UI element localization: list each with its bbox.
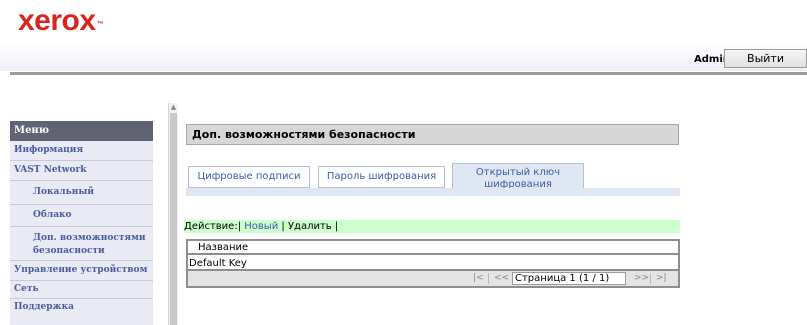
logout-button[interactable]: Выйти bbox=[724, 49, 807, 68]
new-link[interactable]: Новый bbox=[244, 221, 278, 232]
tab-underline bbox=[186, 188, 680, 196]
next-page-button[interactable]: >> bbox=[634, 272, 649, 284]
tab-encryption-password[interactable]: Пароль шифрования bbox=[318, 166, 445, 188]
xerox-logo: xerox™ bbox=[18, 4, 104, 37]
vertical-scrollbar[interactable]: ▲ bbox=[168, 103, 178, 325]
scroll-thumb[interactable] bbox=[170, 113, 177, 325]
pager-divider bbox=[488, 273, 489, 284]
top-divider bbox=[10, 72, 807, 75]
menu-title: Меню bbox=[10, 121, 153, 141]
sidebar-item-vast-network[interactable]: VAST Network bbox=[10, 161, 153, 181]
prev-page-button[interactable]: << bbox=[494, 272, 509, 284]
sidebar-item-security[interactable]: Доп. возможностями безопасности bbox=[10, 227, 153, 261]
sidebar-item-cloud[interactable]: Облако bbox=[10, 205, 153, 227]
pager-divider bbox=[650, 273, 651, 284]
tab-public-key[interactable]: Открытый ключ шифрования bbox=[452, 163, 584, 191]
sidebar-menu: Меню Информация VAST Network Локальный О… bbox=[10, 121, 153, 325]
tab-digital-signatures[interactable]: Цифровые подписи bbox=[188, 166, 310, 188]
sidebar-item-local[interactable]: Локальный bbox=[10, 181, 153, 205]
column-header-name[interactable]: Название bbox=[188, 241, 678, 255]
page-indicator-field[interactable]: Страница 1 (1 / 1) bbox=[512, 272, 626, 285]
keys-table: Название Default Key |< << Страница 1 (1… bbox=[186, 239, 680, 288]
first-page-button[interactable]: |< bbox=[473, 272, 484, 284]
sidebar-item-info[interactable]: Информация bbox=[10, 141, 153, 161]
action-separator: | bbox=[281, 221, 285, 232]
last-page-button[interactable]: >| bbox=[656, 272, 667, 284]
action-bar: Действие:| Новый | Удалить | bbox=[184, 220, 680, 233]
action-label: Действие:| bbox=[184, 221, 242, 232]
trademark-mark: ™ bbox=[96, 21, 104, 28]
scroll-up-icon[interactable]: ▲ bbox=[170, 103, 177, 112]
sidebar-item-network[interactable]: Сеть bbox=[10, 281, 153, 299]
action-separator-end: | bbox=[334, 221, 339, 232]
table-row[interactable]: Default Key bbox=[188, 257, 678, 271]
sidebar-item-device-management[interactable]: Управление устройством bbox=[10, 261, 153, 281]
brand-text: xerox bbox=[18, 4, 96, 37]
page-title: Доп. возможностями безопасности bbox=[186, 124, 679, 145]
pagination-bar: |< << Страница 1 (1 / 1) >> >| bbox=[188, 271, 678, 286]
sidebar-item-support[interactable]: Поддержка bbox=[10, 299, 153, 317]
top-bar bbox=[0, 43, 807, 71]
delete-link[interactable]: Удалить bbox=[288, 221, 332, 232]
